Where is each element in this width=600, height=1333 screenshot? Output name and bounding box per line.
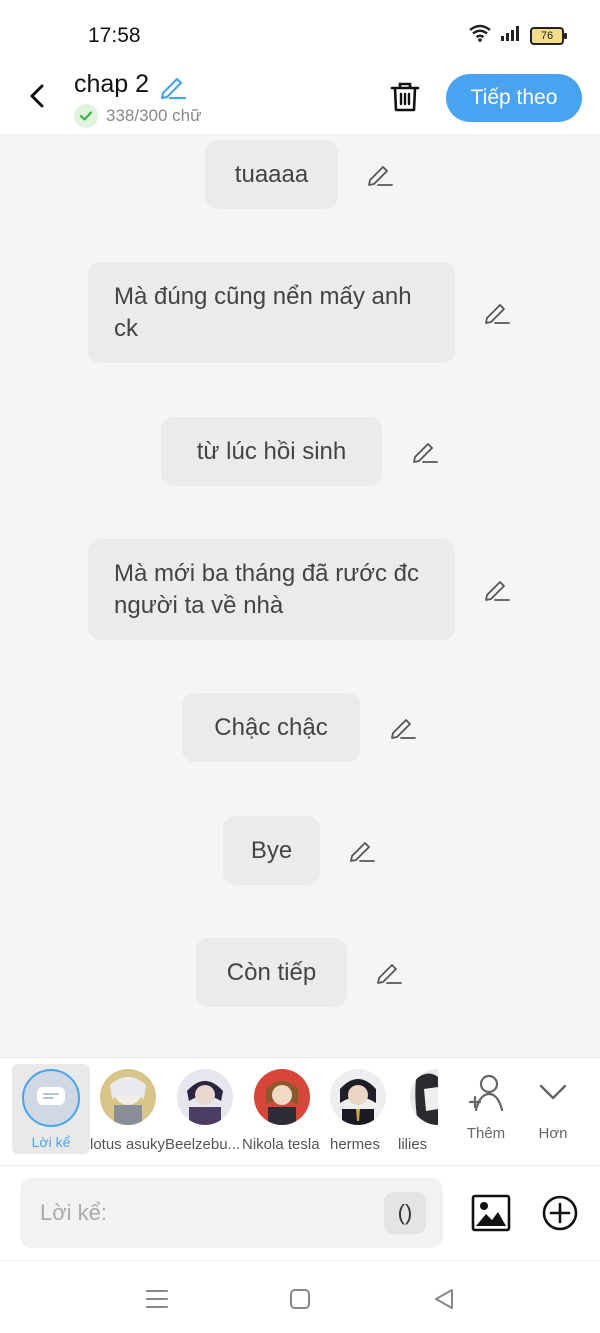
input-bar: Lời kể: () [0,1165,600,1260]
chapter-title: chap 2 [74,70,150,98]
word-count: 338/300 chữ [74,104,202,128]
character-name: lilies [398,1136,428,1153]
character-avatar[interactable] [177,1069,233,1125]
message-bubble[interactable]: Còn tiếp [196,938,347,1007]
add-person-icon [468,1074,504,1112]
character-name: Nikola tesla [242,1136,320,1153]
character-name: hermes [330,1136,381,1153]
character-avatar[interactable] [410,1069,438,1125]
home-button[interactable] [286,1285,314,1313]
add-button[interactable] [540,1193,580,1233]
message-bubble[interactable]: tuaaaa [205,140,338,209]
status-bar: 17:58 76 [0,0,600,64]
word-count-text: 338/300 chữ [106,106,202,125]
narrator-label: Lời kể [31,1134,71,1150]
navigation-bar [0,1260,600,1333]
status-icons: 76 [468,24,567,47]
add-character-label: Thêm [466,1125,506,1142]
edit-icon[interactable] [483,575,511,603]
home-icon [290,1289,310,1309]
message-bubble[interactable]: Mà đúng cũng nển mấy anh ck [88,262,455,363]
back-icon [30,84,44,108]
character-avatar[interactable] [254,1069,310,1125]
parenthesis-button[interactable]: () [384,1192,426,1234]
trash-icon [390,82,420,112]
menu-button[interactable] [143,1285,171,1313]
chat-area[interactable]: tuaaaa Mà đúng cũng nển mấy anh ck từ lú… [0,134,600,1057]
plus-circle-icon [542,1195,578,1231]
character-bar: Lời kể lotus asuky Beelzebu... Nikola te… [0,1057,600,1165]
character-avatar[interactable] [100,1069,156,1125]
back-triangle-icon [435,1289,453,1309]
message-bubble[interactable]: từ lúc hồi sinh [161,417,382,486]
edit-icon[interactable] [348,836,376,864]
message-input-placeholder: Lời kể: [40,1200,108,1225]
back-button[interactable] [22,80,54,112]
add-character-button[interactable]: Thêm [456,1072,516,1152]
status-time: 17:58 [88,24,141,47]
battery-icon: 76 [530,26,567,45]
edit-icon[interactable] [366,160,394,188]
image-icon [471,1194,511,1232]
edit-icon[interactable] [389,713,417,741]
wifi-icon [468,24,492,47]
edit-icon [160,77,187,100]
character-avatar[interactable] [330,1069,386,1125]
edit-icon[interactable] [375,958,403,986]
more-label: Hơn [538,1125,568,1142]
system-back-button[interactable] [430,1285,458,1313]
narrator-selector[interactable]: Lời kể [12,1064,90,1154]
delete-button[interactable] [386,78,424,116]
edit-icon[interactable] [483,298,511,326]
narrator-avatar [22,1069,80,1127]
next-button[interactable]: Tiếp theo [446,74,582,122]
chat-bubble-icon [37,1087,65,1105]
image-button[interactable] [470,1193,512,1233]
header: chap 2 338/300 chữ Tiếp theo [0,64,600,134]
edit-icon[interactable] [411,437,439,465]
message-bubble[interactable]: Bye [223,816,320,885]
character-name: lotus asuky [90,1136,166,1153]
chevron-down-icon [539,1084,567,1100]
signal-icon [500,25,522,46]
character-name: Beelzebu... [165,1136,241,1153]
message-bubble[interactable]: Mà mới ba tháng đã rước đc người ta về n… [88,539,455,640]
more-button[interactable]: Hơn [523,1072,583,1152]
title-edit-button[interactable] [158,71,188,101]
screen: 17:58 76 chap 2 338/300 chữ Tiếp theo tu… [0,0,600,1333]
menu-icon [146,1290,168,1308]
message-bubble[interactable]: Chậc chậc [182,693,360,762]
check-icon [74,104,98,128]
